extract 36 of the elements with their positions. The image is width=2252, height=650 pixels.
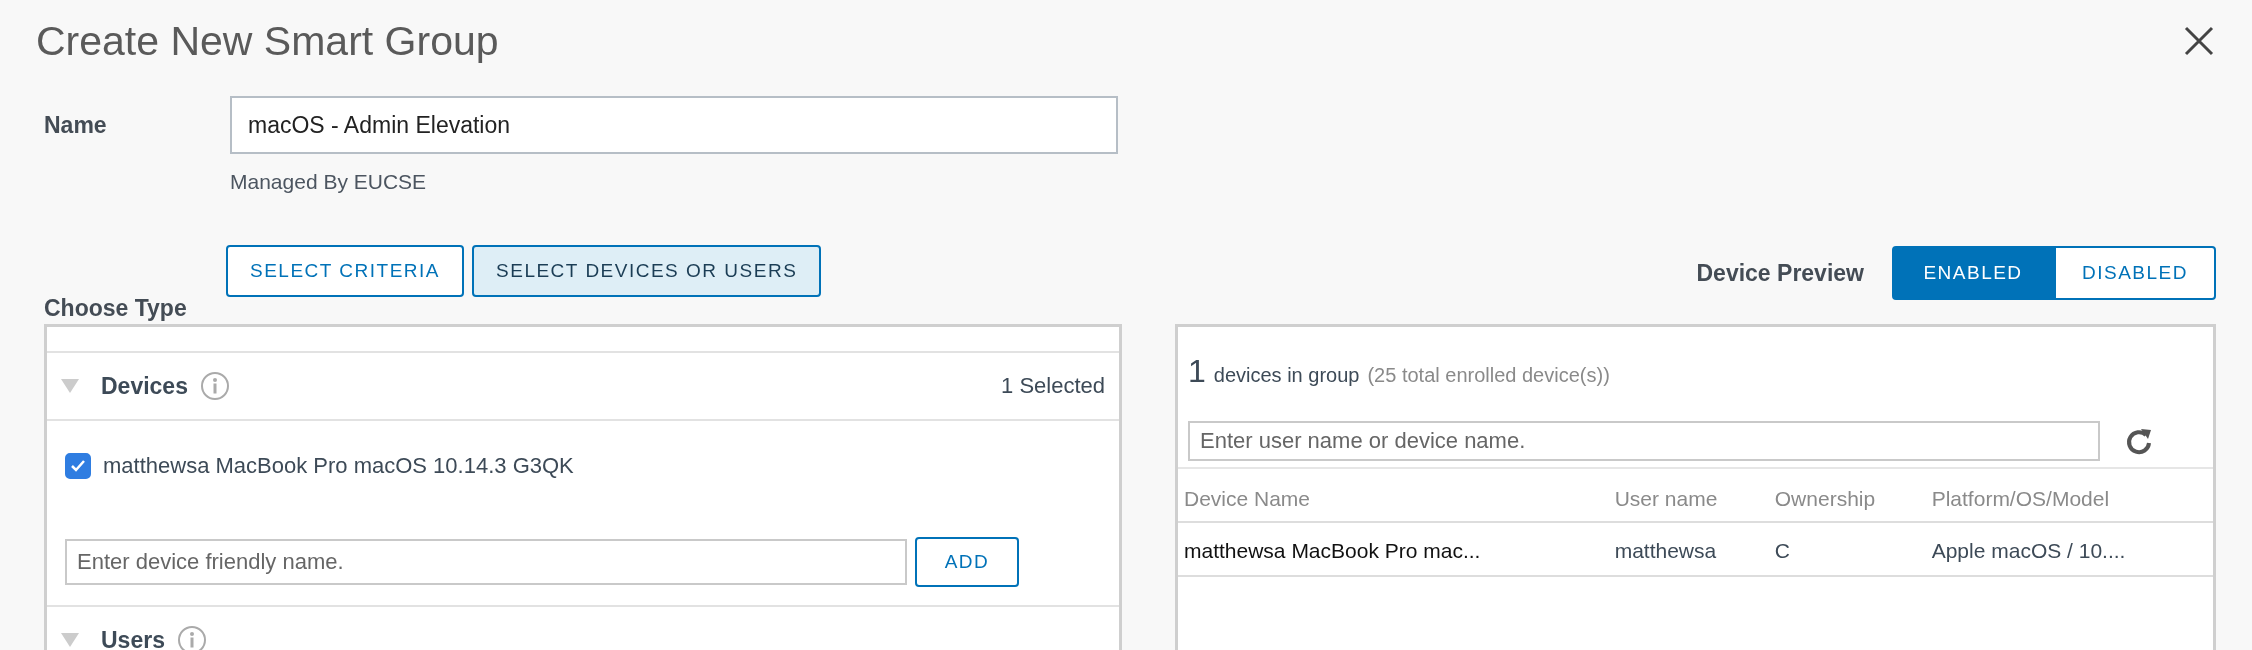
type-button[interactable]: SELECT DEVICES OR USERS: [472, 245, 822, 297]
expand-triangle-icon[interactable]: [61, 633, 79, 647]
checkbox[interactable]: [65, 453, 91, 479]
table-cell: C: [1768, 522, 1926, 576]
expand-triangle-icon[interactable]: [61, 379, 79, 393]
choose-type-label: Choose Type: [44, 295, 188, 322]
section-title: Devices: [101, 372, 188, 400]
selected-count: 1 Selected: [1001, 373, 1105, 399]
column-header[interactable]: Ownership: [1768, 469, 1926, 522]
checkmark-icon: [70, 459, 86, 473]
search-input[interactable]: Enter user name or device name.: [1188, 421, 2100, 461]
type-button[interactable]: SELECT CRITERIA: [226, 245, 465, 297]
column-header[interactable]: Platform/OS/Model: [1925, 469, 2213, 522]
device-label: matthewsa MacBook Pro macOS 10.14.3 G3QK: [103, 453, 574, 479]
table-cell: Apple macOS / 10....: [1925, 522, 2213, 576]
column-header[interactable]: Device Name: [1178, 469, 1609, 522]
managed-by-text: Managed By EUCSE: [230, 170, 428, 194]
name-label: Name: [44, 111, 108, 139]
section-title: Users: [101, 626, 165, 650]
count-label: devices in group: [1213, 364, 1360, 387]
device-preview-label: Device Preview: [1696, 260, 1864, 287]
preview-toggle-button[interactable]: ENABLED: [1892, 246, 2054, 300]
total-enrolled-text: (25 total enrolled device(s)): [1367, 364, 1610, 387]
info-icon[interactable]: [199, 371, 230, 401]
preview-toggle-button[interactable]: DISABLED: [2054, 246, 2216, 300]
table-cell: matthewsa MacBook Pro mac...: [1178, 522, 1609, 576]
close-button[interactable]: [2182, 24, 2216, 58]
device-count: 1: [1188, 353, 1206, 390]
device-name-input[interactable]: Enter device friendly name.: [65, 539, 907, 585]
name-input[interactable]: macOS - Admin Elevation: [230, 96, 1118, 154]
column-header[interactable]: User name: [1608, 469, 1769, 522]
refresh-icon[interactable]: [2124, 426, 2154, 456]
table-cell: matthewsa: [1608, 522, 1769, 576]
add-button[interactable]: ADD: [915, 537, 1019, 587]
info-icon[interactable]: [176, 625, 207, 650]
dialog-title: Create New Smart Group: [36, 17, 499, 65]
